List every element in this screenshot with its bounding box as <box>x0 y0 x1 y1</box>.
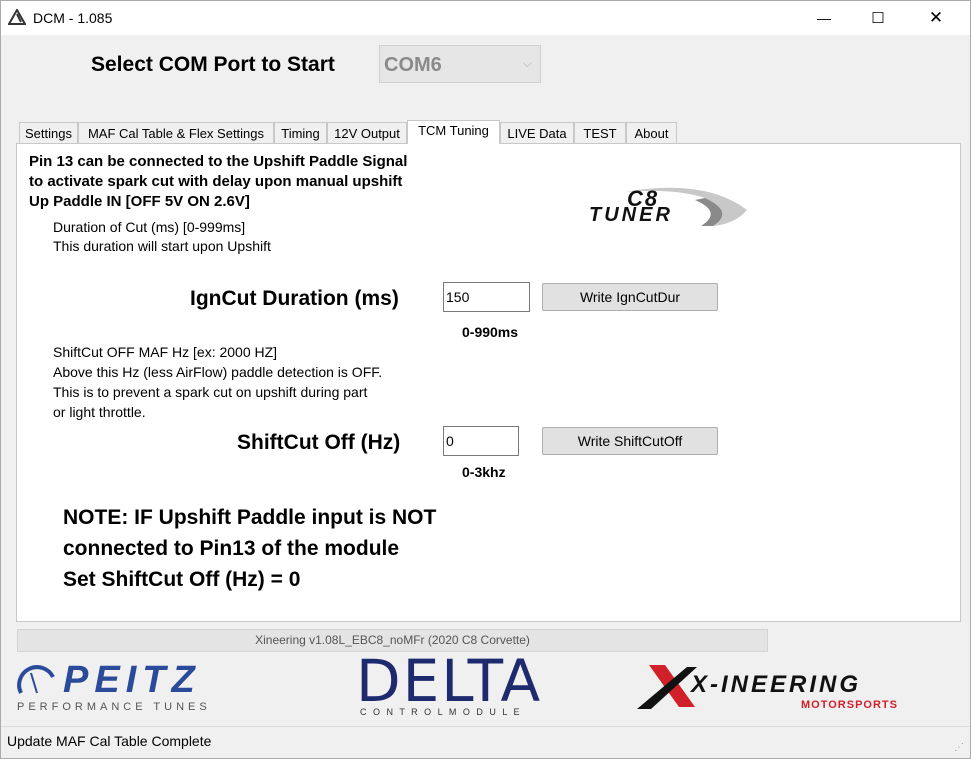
maximize-button[interactable]: ☐ <box>849 1 907 35</box>
note-line3: Set ShiftCut Off (Hz) = 0 <box>63 568 301 591</box>
tab-12v-output[interactable]: 12V Output <box>327 122 407 143</box>
delta-logo-text: DELTA <box>356 647 543 715</box>
shiftcut-off-input[interactable] <box>443 426 519 456</box>
shiftcut-desc-line2: Above this Hz (less AirFlow) paddle dete… <box>53 364 383 380</box>
duration-desc-line1: Duration of Cut (ms) [0-999ms] <box>53 219 246 235</box>
tab-tcm-tuning[interactable]: TCM Tuning <box>407 120 500 144</box>
tab-label: Timing <box>281 126 320 141</box>
intro-text-line1: Pin 13 can be connected to the Upshift P… <box>29 153 408 170</box>
minimize-icon: — <box>817 10 831 26</box>
note-line1: NOTE: IF Upshift Paddle input is NOT <box>63 506 437 529</box>
tab-timing[interactable]: Timing <box>274 122 327 143</box>
c8-tuner-logo: C8 TUNER <box>585 176 755 230</box>
peitz-logo: PEITZ PERFORMANCE TUNES <box>15 659 285 717</box>
tab-live-data[interactable]: LIVE Data <box>500 122 574 143</box>
intro-text-line2: to activate spark cut with delay upon ma… <box>29 173 403 190</box>
write-igncutdur-button[interactable]: Write IgnCutDur <box>542 283 718 311</box>
note-line2: connected to Pin13 of the module <box>63 537 400 560</box>
shiftcut-off-label: ShiftCut Off (Hz) <box>237 431 401 454</box>
shiftcut-desc-line1: ShiftCut OFF MAF Hz [ex: 2000 HZ] <box>53 344 278 360</box>
close-icon: ✕ <box>928 8 944 27</box>
peitz-logo-subtext: PERFORMANCE TUNES <box>17 701 211 713</box>
tab-maf-cal-table[interactable]: MAF Cal Table & Flex Settings <box>78 122 274 143</box>
tab-label: TCM Tuning <box>418 123 489 138</box>
tab-label: Settings <box>25 126 72 141</box>
igncut-duration-input[interactable] <box>443 282 530 312</box>
xineering-logo: X-INEERING MOTORSPORTS <box>631 661 941 717</box>
delta-logo: DELTA C O N T R O L M O D U L E <box>356 647 591 721</box>
tab-label: MAF Cal Table & Flex Settings <box>87 126 265 141</box>
tab-label: About <box>634 126 669 141</box>
tab-label: LIVE Data <box>507 126 567 141</box>
intro-text-line3: Up Paddle IN [OFF 5V ON 2.6V] <box>29 193 250 210</box>
tcm-tuning-panel: Pin 13 can be connected to the Upshift P… <box>16 143 961 622</box>
minimize-button[interactable]: — <box>795 1 853 35</box>
shiftcut-desc-line3: This is to prevent a spark cut on upshif… <box>53 384 368 400</box>
window-title: DCM - 1.085 <box>33 10 113 26</box>
close-button[interactable]: ✕ <box>907 1 965 35</box>
peitz-logo-text: PEITZ <box>63 659 201 701</box>
igncut-duration-label: IgnCut Duration (ms) <box>190 287 399 310</box>
app-logo-icon <box>8 9 26 25</box>
write-shiftcutoff-button[interactable]: Write ShiftCutOff <box>542 427 718 455</box>
chevron-down-icon: ⌵ <box>522 56 532 70</box>
com-port-label: Select COM Port to Start <box>91 53 335 76</box>
xineering-logo-subtext: MOTORSPORTS <box>801 699 898 711</box>
tab-label: TEST <box>583 126 617 141</box>
status-bar: Update MAF Cal Table Complete ⋰ <box>1 726 970 758</box>
tab-label: 12V Output <box>334 126 400 141</box>
tab-about[interactable]: About <box>626 122 677 143</box>
tab-settings[interactable]: Settings <box>19 122 78 143</box>
resize-grip-icon[interactable]: ⋰ <box>954 742 964 753</box>
com-port-select[interactable]: COM6 ⌵ <box>379 45 541 83</box>
tab-test[interactable]: TEST <box>574 122 626 143</box>
app-window: DCM - 1.085 — ☐ ✕ Select COM Port to Sta… <box>0 0 971 759</box>
xineering-logo-text: X-INEERING <box>691 671 862 698</box>
duration-desc-line2: This duration will start upon Upshift <box>53 238 271 254</box>
title-bar[interactable]: DCM - 1.085 — ☐ ✕ <box>1 1 970 35</box>
igncut-range-label: 0-990ms <box>462 324 519 340</box>
maximize-icon: ☐ <box>871 10 885 27</box>
peitz-gauge-icon <box>17 665 55 694</box>
shiftcut-desc-line4: or light throttle. <box>53 404 146 420</box>
shiftcut-range-label: 0-3khz <box>462 464 506 480</box>
delta-logo-subtext: C O N T R O L M O D U L E <box>360 707 522 717</box>
com-port-value: COM6 <box>384 54 442 76</box>
c8-logo-bottom-text: TUNER <box>589 204 673 226</box>
status-text: Update MAF Cal Table Complete <box>7 733 212 749</box>
